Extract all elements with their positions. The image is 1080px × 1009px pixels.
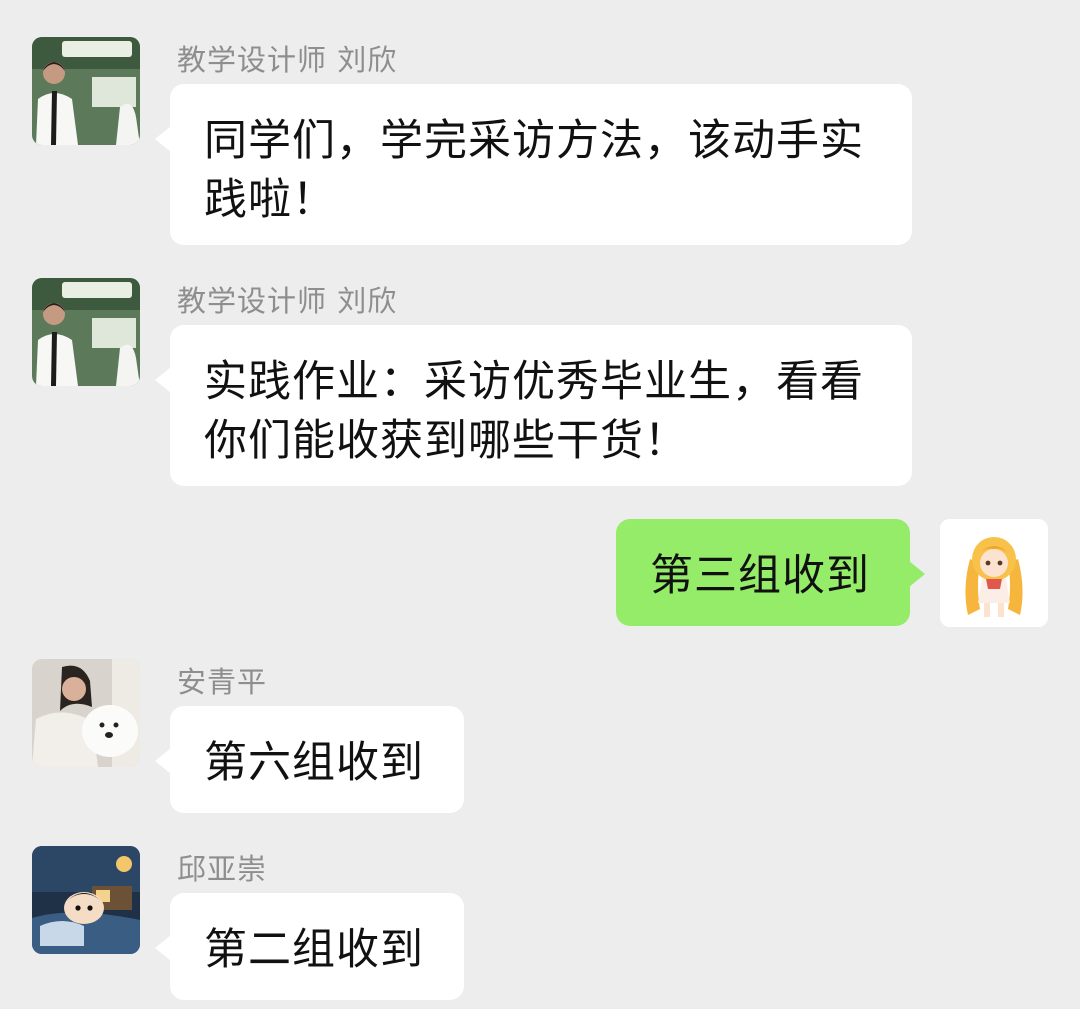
sender-avatar[interactable] [32,278,140,386]
teacher-photo-avatar-icon [32,37,140,145]
sender-name: 邱亚崇 [177,852,268,886]
message-bubble[interactable]: 第六组收到 [155,706,464,813]
message-text-line: 第三组收到 [650,551,870,601]
sender-name: 教学设计师 刘欣 [177,43,398,77]
message-bubble[interactable]: 第二组收到 [155,893,464,1000]
woman-with-dog-avatar-icon [32,659,140,767]
message-text-line: 第二组收到 [204,925,424,975]
message-bubble[interactable]: 实践作业：采访优秀毕业生，看看 你们能收获到哪些干货！ [155,325,912,486]
anime-girl-avatar-icon [940,519,1048,627]
message-bubble[interactable]: 第三组收到 [616,519,925,626]
teacher-photo-avatar-icon [32,278,140,386]
sender-name: 安青平 [177,665,268,699]
message-bubble[interactable]: 同学们，学完采访方法，该动手实 践啦！ [155,84,912,245]
sender-avatar[interactable] [32,846,140,954]
cartoon-boy-avatar-icon [32,846,140,954]
message-text-line: 实践作业：采访优秀毕业生，看看 [204,357,864,407]
message-text-line: 践啦！ [204,175,336,225]
sender-name: 教学设计师 刘欣 [177,284,398,318]
sender-avatar[interactable] [32,659,140,767]
message-text-line: 同学们，学完采访方法，该动手实 [204,116,864,166]
message-text-line: 你们能收获到哪些干货！ [204,416,688,466]
sender-avatar[interactable] [32,37,140,145]
message-text-line: 第六组收到 [204,738,424,788]
self-avatar[interactable] [940,519,1048,627]
